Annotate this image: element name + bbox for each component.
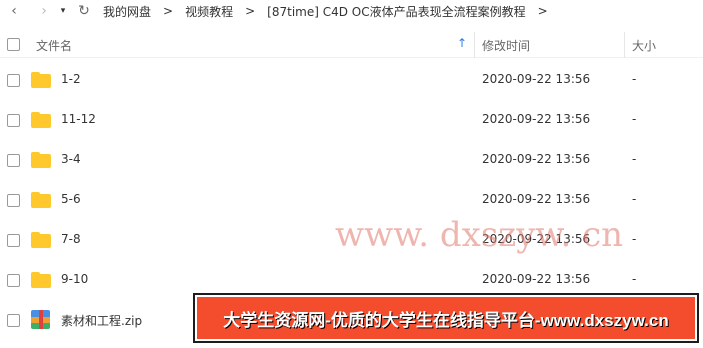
breadcrumb-separator: > (537, 4, 548, 18)
zip-file-icon (31, 310, 50, 329)
file-size: - (632, 272, 637, 286)
table-row[interactable]: 3-4 2020-09-22 13:56 - (0, 140, 703, 180)
promo-banner-text: 大学生资源网-优质的大学生在线指导平台-www.dxszyw.cn (223, 310, 669, 330)
file-size: - (632, 232, 637, 246)
select-all-checkbox[interactable] (7, 38, 20, 51)
modified-time: 2020-09-22 13:56 (482, 152, 591, 166)
column-header-name[interactable]: 文件名 (36, 37, 72, 54)
modified-time: 2020-09-22 13:56 (482, 272, 591, 286)
folder-icon (31, 112, 51, 128)
breadcrumb-separator: > (163, 4, 174, 18)
refresh-icon[interactable]: ↻ (73, 0, 95, 22)
file-name[interactable]: 1-2 (61, 72, 81, 86)
row-checkbox[interactable] (7, 154, 20, 167)
arrow-up-icon[interactable]: ↑ (457, 36, 467, 50)
file-name[interactable]: 7-8 (61, 232, 81, 246)
row-checkbox[interactable] (7, 314, 20, 327)
table-row[interactable]: 5-6 2020-09-22 13:56 - (0, 180, 703, 220)
row-checkbox[interactable] (7, 234, 20, 247)
column-header-modified[interactable]: 修改时间 (482, 37, 530, 54)
breadcrumb-item-video-tutorials[interactable]: 视频教程 (185, 3, 233, 20)
file-name[interactable]: 3-4 (61, 152, 81, 166)
file-name[interactable]: 5-6 (61, 192, 81, 206)
folder-icon (31, 192, 51, 208)
file-size: - (632, 112, 637, 126)
row-checkbox[interactable] (7, 274, 20, 287)
folder-icon (31, 72, 51, 88)
modified-time: 2020-09-22 13:56 (482, 72, 591, 86)
toolbar: ‹ › ▾ ↻ 我的网盘 > 视频教程 > [87time] C4D OC液体产… (0, 0, 703, 22)
file-size: - (632, 152, 637, 166)
table-row[interactable]: 11-12 2020-09-22 13:56 - (0, 100, 703, 140)
file-size: - (632, 72, 637, 86)
row-checkbox[interactable] (7, 194, 20, 207)
table-header: 文件名 ↑ 修改时间 大小 (0, 32, 703, 58)
chevron-left-icon[interactable]: ‹ (3, 0, 25, 22)
folder-icon (31, 232, 51, 248)
breadcrumb: 我的网盘 > 视频教程 > [87time] C4D OC液体产品表现全流程案例… (103, 3, 560, 20)
folder-icon (31, 152, 51, 168)
column-divider[interactable] (474, 32, 475, 58)
promo-banner: 大学生资源网-优质的大学生在线指导平台-www.dxszyw.cn (193, 293, 699, 343)
breadcrumb-separator: > (245, 4, 256, 18)
breadcrumb-item-my-drive[interactable]: 我的网盘 (103, 3, 151, 20)
breadcrumb-item-current-folder[interactable]: [87time] C4D OC液体产品表现全流程案例教程 (267, 3, 525, 20)
file-name[interactable]: 9-10 (61, 272, 88, 286)
watermark-text: www. dxszyw. cn (335, 215, 624, 255)
row-checkbox[interactable] (7, 114, 20, 127)
modified-time: 2020-09-22 13:56 (482, 112, 591, 126)
column-header-size[interactable]: 大小 (632, 37, 656, 54)
file-name[interactable]: 素材和工程.zip (61, 312, 142, 329)
row-checkbox[interactable] (7, 74, 20, 87)
chevron-right-icon[interactable]: › (33, 0, 55, 22)
folder-icon (31, 272, 51, 288)
modified-time: 2020-09-22 13:56 (482, 192, 591, 206)
file-name[interactable]: 11-12 (61, 112, 96, 126)
caret-down-icon[interactable]: ▾ (57, 0, 69, 22)
table-row[interactable]: 1-2 2020-09-22 13:56 - (0, 60, 703, 100)
file-size: - (632, 192, 637, 206)
column-divider[interactable] (624, 32, 625, 58)
